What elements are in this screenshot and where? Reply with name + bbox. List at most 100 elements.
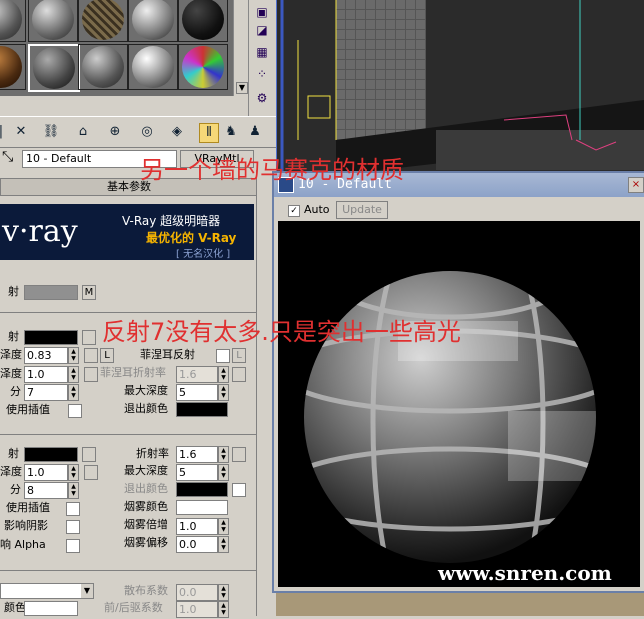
material-slot[interactable] bbox=[0, 0, 26, 42]
sphere-render bbox=[278, 221, 640, 587]
put-library-icon[interactable]: ⌂ bbox=[74, 123, 92, 141]
refl-subdiv-gloss-map-button[interactable] bbox=[84, 367, 98, 382]
fog-color-label: 烟雾颜色 bbox=[124, 500, 168, 513]
material-slot[interactable] bbox=[78, 0, 128, 42]
ior-input[interactable]: 1.6 bbox=[176, 446, 218, 463]
material-effects-icon[interactable]: ⊕ bbox=[106, 123, 124, 141]
refl-max-depth-input[interactable]: 5 bbox=[176, 384, 218, 401]
refl-gloss-spinner[interactable]: ▲ ▼ bbox=[68, 347, 79, 364]
diffuse-map-button[interactable]: M bbox=[82, 285, 96, 300]
reflection-color-swatch[interactable] bbox=[24, 330, 78, 345]
reflection-label: 射 bbox=[8, 330, 19, 343]
material-slot[interactable] bbox=[78, 44, 128, 90]
go-forward-sibling-icon[interactable]: ♞ bbox=[222, 123, 240, 141]
fog-mult-input[interactable]: 1.0 bbox=[176, 518, 218, 535]
refraction-color-swatch[interactable] bbox=[24, 447, 78, 462]
refr-max-depth-spinner[interactable]: ▲ ▼ bbox=[218, 464, 229, 481]
scatter-coeff-spinner[interactable]: ▲ ▼ bbox=[218, 584, 229, 601]
diffuse-color-swatch[interactable] bbox=[24, 285, 78, 300]
uv-tiling-icon[interactable]: ⁘ bbox=[254, 66, 270, 82]
section-divider bbox=[0, 570, 256, 571]
auto-checkbox[interactable]: ✓ bbox=[288, 205, 300, 217]
refl-max-depth-spinner[interactable]: ▲ ▼ bbox=[218, 384, 229, 401]
chevron-down-icon[interactable]: ▼ bbox=[81, 584, 93, 598]
refr-subdivs-input[interactable]: 8 bbox=[24, 482, 68, 499]
fresnel-ior-input[interactable]: 1.6 bbox=[176, 366, 218, 383]
auto-label: Auto bbox=[304, 203, 330, 216]
refr-max-depth-input[interactable]: 5 bbox=[176, 464, 218, 481]
options-icon[interactable]: ⚙ bbox=[254, 90, 270, 106]
eyedropper-icon[interactable]: ⤡ bbox=[2, 149, 13, 165]
refl-gloss-input[interactable]: 0.83 bbox=[24, 347, 68, 364]
refr-interp-checkbox[interactable] bbox=[66, 502, 80, 516]
side-toolbar: ▣ ◪ ▦ ⁘ ⚙ bbox=[248, 0, 277, 120]
material-toolbar: | ✕ ⛓ ⌂ ⊕ ◎ ◈ ⫴ ♞ ♟ bbox=[0, 116, 276, 148]
toolbar-divider-icon: | bbox=[0, 124, 4, 139]
refl-subdiv-gloss-label: 泽度 bbox=[0, 367, 22, 380]
lock-L-button[interactable]: L bbox=[100, 348, 114, 363]
material-slot[interactable] bbox=[178, 0, 228, 42]
vray-banner-line3: [ 无名汉化 ] bbox=[176, 249, 231, 260]
refr-exit-color-swatch[interactable] bbox=[176, 482, 228, 497]
ior-spinner[interactable]: ▲ ▼ bbox=[218, 446, 229, 463]
fb-coeff-input[interactable]: 1.0 bbox=[176, 601, 218, 618]
fog-mult-label: 烟雾倍增 bbox=[124, 518, 168, 531]
affect-shadows-checkbox[interactable] bbox=[66, 520, 80, 534]
delete-icon[interactable]: ✕ bbox=[12, 123, 30, 141]
refr-gloss-input[interactable]: 1.0 bbox=[24, 464, 68, 481]
scatter-coeff-input[interactable]: 0.0 bbox=[176, 584, 218, 601]
vray-banner: v·ray V-Ray 超级明暗器 最优化的 V-Ray [ 无名汉化 ] bbox=[0, 204, 254, 260]
fog-bias-spinner[interactable]: ▲ ▼ bbox=[218, 536, 229, 553]
background-icon[interactable]: ▦ bbox=[254, 44, 270, 60]
refl-subdivs-spinner[interactable]: ▲ ▼ bbox=[68, 384, 79, 401]
fb-coeff-spinner[interactable]: ▲ ▼ bbox=[218, 601, 229, 618]
fresnel-ior-map-button[interactable] bbox=[232, 367, 246, 382]
ior-map-button[interactable] bbox=[232, 447, 246, 462]
update-button[interactable]: Update bbox=[336, 201, 388, 219]
affect-alpha-checkbox[interactable] bbox=[66, 539, 80, 553]
refl-interp-checkbox[interactable] bbox=[68, 404, 82, 418]
show-end-result-icon[interactable]: ◈ bbox=[168, 123, 186, 141]
fog-bias-input[interactable]: 0.0 bbox=[176, 536, 218, 553]
material-slot-selected[interactable] bbox=[28, 44, 80, 92]
refraction-map-button[interactable] bbox=[82, 447, 96, 462]
refl-subdivs-input[interactable]: 7 bbox=[24, 384, 68, 401]
scroll-down-icon[interactable]: ▼ bbox=[236, 82, 248, 94]
show-map-icon[interactable]: ◎ bbox=[138, 123, 156, 141]
material-slot[interactable] bbox=[128, 0, 178, 42]
refl-subdiv-gloss-input[interactable]: 1.0 bbox=[24, 366, 68, 383]
refr-gloss-spinner[interactable]: ▲ ▼ bbox=[68, 464, 79, 481]
make-unique-icon[interactable]: ⛓ bbox=[42, 123, 60, 141]
translucency-color-swatch[interactable] bbox=[24, 601, 78, 616]
refr-subdivs-spinner[interactable]: ▲ ▼ bbox=[68, 482, 79, 499]
scatter-coeff-label: 散布系数 bbox=[124, 584, 168, 597]
material-slots bbox=[0, 0, 248, 96]
refr-gloss-map-button[interactable] bbox=[84, 465, 98, 480]
material-slot[interactable] bbox=[128, 44, 178, 90]
material-slot[interactable] bbox=[0, 44, 26, 90]
fog-color-swatch[interactable] bbox=[176, 500, 228, 515]
slots-scrollbar[interactable]: ▼ bbox=[233, 0, 248, 96]
vray-banner-line1: V-Ray 超级明暗器 bbox=[122, 214, 221, 228]
refl-subdiv-gloss-spinner[interactable]: ▲ ▼ bbox=[68, 366, 79, 383]
refl-exit-color-swatch[interactable] bbox=[176, 402, 228, 417]
refr-interp-label: 使用插值 bbox=[6, 501, 50, 514]
sample-type-icon[interactable]: ▣ bbox=[254, 4, 270, 20]
diffuse-label: 射 bbox=[8, 285, 19, 298]
fresnel-checkbox[interactable] bbox=[216, 349, 230, 363]
translucency-dropdown[interactable]: ▼ bbox=[0, 583, 94, 599]
translucency-color-label: 颜色 bbox=[4, 601, 26, 614]
backlight-icon[interactable]: ◪ bbox=[254, 22, 270, 38]
refr-exit-color-checkbox[interactable] bbox=[232, 483, 246, 497]
pick-material-icon[interactable]: ♟ bbox=[246, 123, 264, 141]
refl-interp-label: 使用插值 bbox=[6, 403, 50, 416]
fresnel-ior-spinner[interactable]: ▲ ▼ bbox=[218, 366, 229, 383]
fog-mult-spinner[interactable]: ▲ ▼ bbox=[218, 518, 229, 535]
material-slot[interactable] bbox=[28, 0, 78, 42]
refl-gloss-map-button[interactable] bbox=[84, 348, 98, 363]
material-slot[interactable] bbox=[178, 44, 228, 90]
reflection-map-button[interactable] bbox=[82, 330, 96, 345]
go-to-parent-icon[interactable]: ⫴ bbox=[199, 123, 219, 143]
fresnel-L-button[interactable]: L bbox=[232, 348, 246, 363]
close-icon[interactable]: × bbox=[628, 177, 644, 193]
